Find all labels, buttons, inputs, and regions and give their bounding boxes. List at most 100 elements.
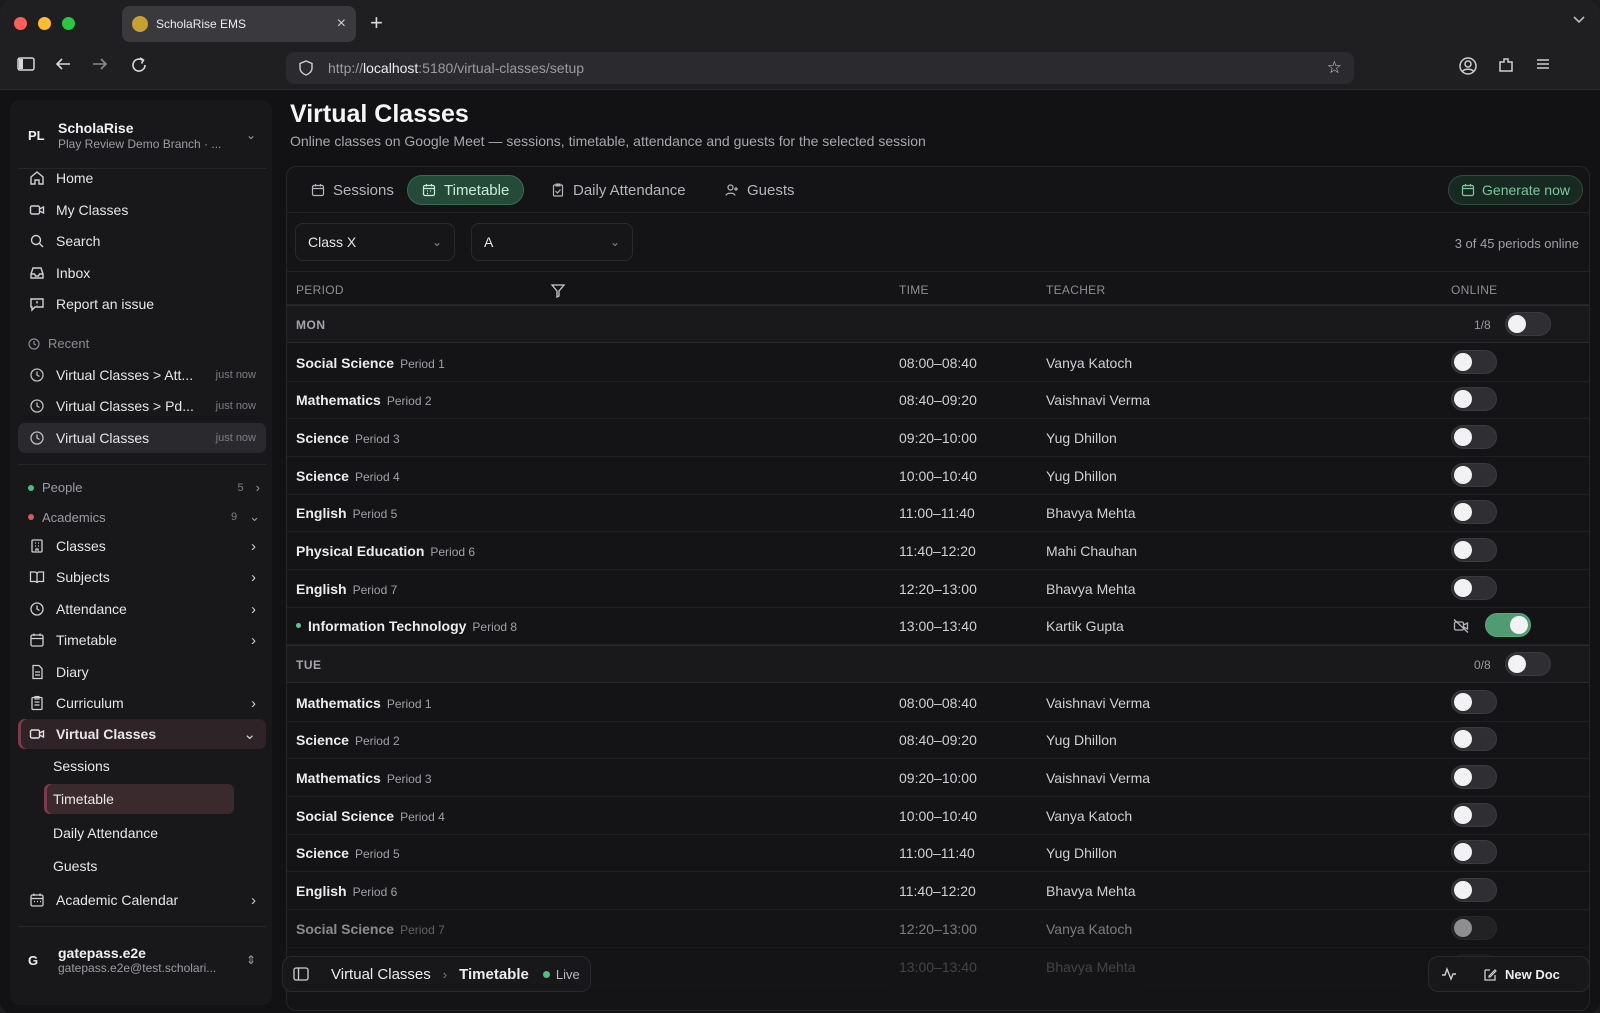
chevron-right-icon: ›	[251, 891, 256, 909]
period-number: Period 7	[400, 922, 445, 937]
tab-list-chevron-icon[interactable]	[1572, 12, 1586, 29]
sub-item-daily-attendance[interactable]: Daily Attendance	[44, 818, 234, 848]
nav-my-classes[interactable]: My Classes	[18, 195, 266, 225]
column-header-period: PERIOD	[296, 283, 344, 297]
online-toggle[interactable]	[1451, 765, 1497, 789]
teacher-name: Vaishnavi Verma	[1046, 770, 1151, 786]
menu-icon[interactable]	[1535, 56, 1551, 77]
online-toggle[interactable]	[1451, 915, 1497, 940]
period-number: Period 5	[352, 507, 398, 522]
tab-close-icon[interactable]: ×	[337, 15, 346, 33]
day-toggle[interactable]	[1505, 312, 1551, 336]
tab-sessions[interactable]: Sessions	[297, 175, 408, 205]
day-toggle[interactable]	[1505, 652, 1551, 677]
bookmark-star-icon[interactable]: ☆	[1327, 58, 1342, 78]
nav-home[interactable]: Home	[18, 163, 266, 193]
breadcrumb-timetable[interactable]: Timetable	[459, 966, 529, 983]
user-name: gatepass.e2e	[58, 945, 146, 961]
period-number: Period 4	[400, 809, 445, 824]
user-menu[interactable]: G gatepass.e2e gatepass.e2e@test.scholar…	[18, 932, 266, 988]
inbox-icon	[28, 264, 46, 282]
tab-timetable[interactable]: Timetable	[407, 175, 525, 205]
calendar-icon	[28, 891, 46, 909]
generate-now-button[interactable]: Generate now	[1448, 175, 1583, 205]
online-toggle[interactable]	[1451, 538, 1497, 562]
activity-icon[interactable]	[1441, 966, 1457, 982]
online-toggle[interactable]	[1451, 349, 1497, 374]
tab-title: ScholaRise EMS	[156, 17, 247, 31]
breadcrumb-virtual-classes[interactable]: Virtual Classes	[331, 966, 431, 983]
period-number: Period 7	[352, 582, 398, 597]
online-toggle[interactable]	[1451, 689, 1497, 714]
sub-item-sessions[interactable]: Sessions	[44, 751, 234, 781]
nav-report-issue[interactable]: Report an issue	[18, 289, 266, 319]
online-toggle[interactable]	[1451, 840, 1497, 865]
tab-guests[interactable]: Guests	[711, 175, 809, 205]
nav-search[interactable]: Search	[18, 226, 266, 256]
user-plus-icon	[725, 183, 739, 197]
new-doc-button[interactable]: New Doc	[1483, 967, 1560, 982]
url-text: http://localhost:5180/virtual-classes/se…	[328, 60, 585, 76]
online-toggle[interactable]	[1451, 802, 1497, 827]
class-select[interactable]: Class X ⌄	[295, 223, 455, 261]
back-icon[interactable]	[54, 56, 72, 77]
minimize-window-button[interactable]	[38, 17, 51, 30]
nav-curriculum[interactable]: Curriculum ›	[18, 688, 266, 718]
online-toggle[interactable]	[1451, 575, 1497, 600]
online-toggle[interactable]	[1485, 613, 1531, 638]
nav-attendance[interactable]: Attendance ›	[18, 594, 266, 624]
recent-item[interactable]: Virtual Classes just now	[18, 423, 266, 453]
nav-subjects[interactable]: Subjects ›	[18, 562, 266, 592]
teacher-name: Vanya Katoch	[1046, 920, 1133, 937]
period-time: 11:00–11:40	[899, 845, 975, 862]
nav-academic-calendar[interactable]: Academic Calendar ›	[18, 885, 266, 915]
address-bar[interactable]: http://localhost:5180/virtual-classes/se…	[286, 52, 1354, 84]
online-toggle[interactable]	[1451, 878, 1497, 903]
online-toggle[interactable]	[1451, 387, 1497, 412]
online-toggle[interactable]	[1451, 424, 1497, 449]
nav-virtual-classes[interactable]: Virtual Classes ⌄	[18, 719, 266, 749]
tab-daily-attendance[interactable]: Daily Attendance	[537, 175, 700, 205]
forward-icon[interactable]	[91, 56, 109, 77]
close-window-button[interactable]	[14, 17, 27, 30]
table-row: Mathematics Period 1 08:00–08:40 Vaishnavi …	[287, 684, 1589, 722]
recent-item[interactable]: Virtual Classes > Att... just now	[18, 360, 266, 390]
user-email: gatepass.e2e@test.scholari...	[58, 961, 217, 975]
org-switcher[interactable]: PL ScholaRise Play Review Demo Branch · …	[18, 108, 266, 162]
recent-item[interactable]: Virtual Classes > Pd... just now	[18, 391, 266, 421]
video-off-icon[interactable]	[1453, 618, 1469, 634]
online-toggle[interactable]	[1451, 462, 1497, 487]
status-dot	[28, 514, 34, 520]
account-icon[interactable]	[1458, 56, 1478, 81]
nav-diary[interactable]: Diary	[18, 657, 266, 687]
nav-timetable[interactable]: Timetable ›	[18, 625, 266, 655]
online-toggle[interactable]	[1451, 727, 1497, 752]
reload-icon[interactable]	[130, 56, 148, 79]
online-toggle[interactable]	[1451, 500, 1497, 525]
day-group-row: TUE 0/8	[287, 645, 1589, 684]
section-select[interactable]: A ⌄	[471, 223, 633, 261]
browser-tab[interactable]: ScholaRise EMS ×	[122, 6, 356, 42]
panel-toggle-icon[interactable]	[293, 967, 309, 981]
maximize-window-button[interactable]	[62, 17, 75, 30]
sidebar-toggle-icon[interactable]	[17, 56, 35, 77]
group-academics[interactable]: Academics 9 ⌄	[28, 509, 260, 525]
period-time: 12:20–13:00	[899, 580, 977, 597]
table-row: Social Science Period 1 08:00–08:40 Vanya K…	[287, 344, 1589, 382]
new-tab-icon[interactable]: +	[370, 10, 383, 36]
period-number: Period 1	[400, 356, 445, 371]
chevron-right-icon: ›	[251, 631, 256, 649]
sub-item-timetable[interactable]: Timetable	[44, 784, 234, 814]
sub-item-guests[interactable]: Guests	[44, 851, 234, 881]
nav-classes[interactable]: Classes ›	[18, 531, 266, 561]
clock-icon	[28, 429, 46, 447]
period-number: Period 2	[386, 394, 432, 409]
page-subtitle: Online classes on Google Meet — sessions…	[290, 133, 926, 149]
extensions-icon[interactable]	[1497, 56, 1515, 79]
subject-name: Mathematics Period 2	[296, 392, 432, 409]
group-people[interactable]: People 5 ›	[28, 480, 260, 495]
nav-inbox[interactable]: Inbox	[18, 258, 266, 288]
period-time: 08:00–08:40	[899, 354, 977, 371]
table-row: Information Technology Period 8 13:00–13:4…	[287, 607, 1589, 646]
teacher-name: Bhavya Mehta	[1046, 580, 1136, 597]
